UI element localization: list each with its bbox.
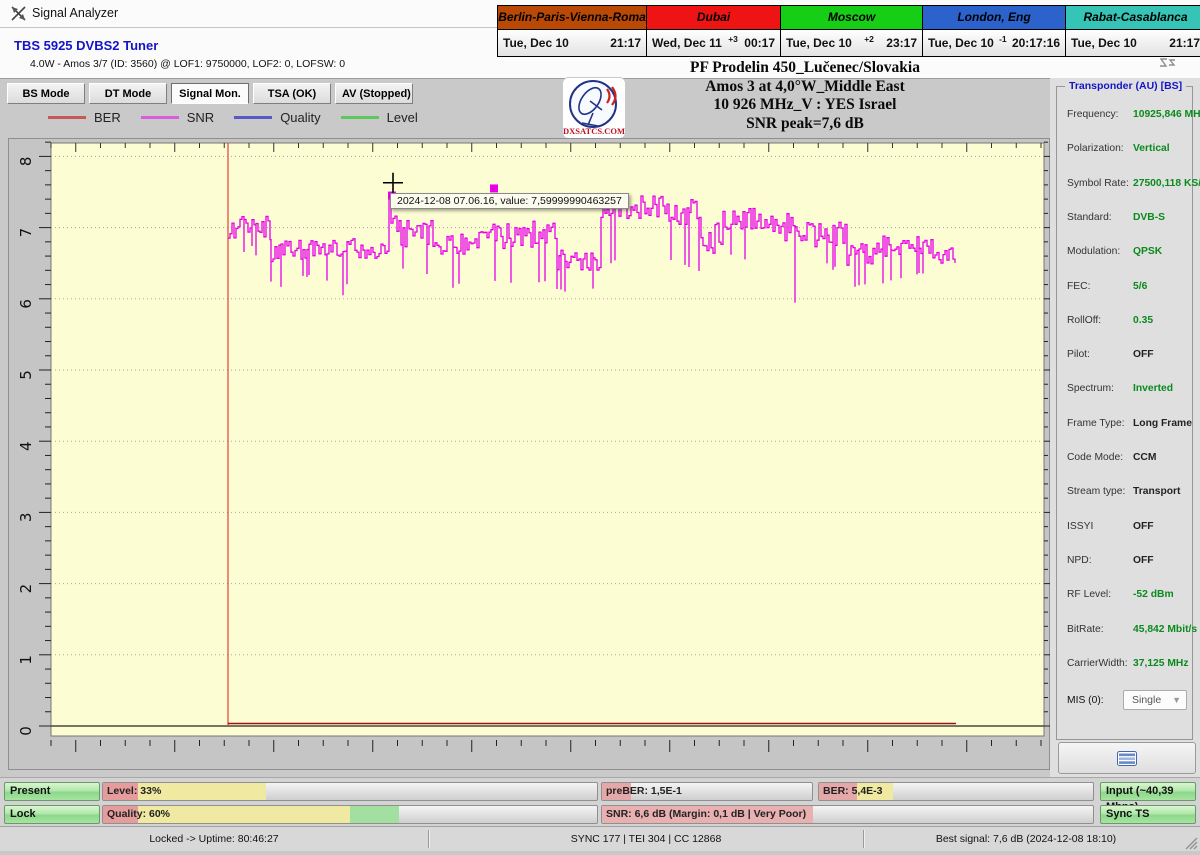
clock-dubai-time: Wed, Dec 11+300:17 bbox=[647, 30, 780, 56]
transponder-row-10: Code Mode:CCM bbox=[1067, 452, 1189, 468]
clock-berlin-name: Berlin-Paris-Vienna-Roma bbox=[498, 6, 646, 30]
legend-item-level: Level bbox=[341, 110, 418, 125]
site-header: PF Prodelin 450_Lučenec/Slovakia Amos 3 … bbox=[555, 59, 1055, 133]
transponder-row-8: Spectrum:Inverted bbox=[1067, 383, 1189, 399]
transponder-row-4: Modulation:QPSK bbox=[1067, 246, 1189, 262]
transponder-groupbox: Transponder (AU) [BS] Frequency:10925,84… bbox=[1056, 86, 1193, 740]
transponder-row-12: ISSYIOFF bbox=[1067, 521, 1189, 537]
clock-rabat-time: Tue, Dec 1021:17 bbox=[1066, 30, 1200, 56]
legend-item-snr: SNR bbox=[141, 110, 214, 125]
svg-text:3: 3 bbox=[17, 513, 35, 523]
mode-button-dt-mode[interactable]: DT Mode bbox=[89, 83, 167, 104]
ts-record-button[interactable] bbox=[1058, 742, 1196, 774]
legend-line-ber bbox=[48, 116, 86, 119]
chevron-down-icon: ▼ bbox=[1172, 691, 1181, 709]
mis-label: MIS (0): bbox=[1067, 695, 1104, 706]
window-title: Signal Analyzer bbox=[32, 0, 118, 27]
transponder-row-15: BitRate:45,842 Mbit/s bbox=[1067, 624, 1189, 640]
statusbar-uptime: Locked -> Uptime: 80:46:27 bbox=[0, 827, 428, 851]
svg-text:8: 8 bbox=[17, 157, 35, 167]
legend-item-quality: Quality bbox=[234, 110, 320, 125]
clock-moscow: MoscowTue, Dec 10+223:17 bbox=[781, 6, 923, 56]
snr-peak-marker-1 bbox=[490, 184, 498, 192]
clock-table: Berlin-Paris-Vienna-RomaTue, Dec 1021:17… bbox=[497, 5, 1200, 57]
transponder-title: Transponder (AU) [BS] bbox=[1065, 80, 1186, 92]
clock-rabat-name: Rabat-Casablanca bbox=[1066, 6, 1200, 30]
mis-row: MIS (0): Single ▼ bbox=[1067, 695, 1189, 706]
transponder-row-1: Polarization:Vertical bbox=[1067, 143, 1189, 159]
mis-select[interactable]: Single ▼ bbox=[1123, 690, 1187, 710]
statusbar-best-signal: Best signal: 7,6 dB (2024-12-08 18:10) bbox=[864, 827, 1188, 851]
syncts-badge: Sync TS bbox=[1100, 805, 1196, 824]
svg-text:4: 4 bbox=[17, 441, 35, 451]
clock-london: London, EngTue, Dec 10-120:17:16 bbox=[923, 6, 1066, 56]
transponder-row-11: Stream type:Transport bbox=[1067, 486, 1189, 502]
preber-meter: preBER: 1,5E-1 bbox=[601, 782, 813, 801]
transponder-row-9: Frame Type:Long Frame bbox=[1067, 418, 1189, 434]
svg-text:5: 5 bbox=[17, 370, 35, 380]
mode-button-tsa-ok[interactable]: TSA (OK) bbox=[253, 83, 331, 104]
svg-text:0: 0 bbox=[17, 726, 35, 736]
dxsatcs-logo: DXSATCS.COM bbox=[562, 77, 626, 144]
transponder-row-7: Pilot:OFF bbox=[1067, 349, 1189, 365]
legend-line-snr bbox=[141, 116, 179, 119]
clock-moscow-name: Moscow bbox=[781, 6, 922, 30]
snr-meter: SNR: 6,6 dB (Margin: 0,1 dB | Very Poor) bbox=[601, 805, 1094, 824]
app-dish-icon bbox=[10, 5, 27, 27]
clock-berlin: Berlin-Paris-Vienna-RomaTue, Dec 1021:17 bbox=[498, 6, 647, 56]
mis-value: Single bbox=[1132, 694, 1161, 706]
statusbar: Locked -> Uptime: 80:46:27 SYNC 177 | TE… bbox=[0, 826, 1200, 851]
transponder-row-2: Symbol Rate:27500,118 KS/s bbox=[1067, 178, 1189, 194]
transponder-panel: Transponder (AU) [BS] Frequency:10925,84… bbox=[1050, 78, 1200, 777]
chart-tooltip: 2024-12-08 07.06.16, value: 7,5999999046… bbox=[390, 193, 629, 209]
tray-signal-icon bbox=[1158, 55, 1180, 71]
site-header-line-4: SNR peak=7,6 dB bbox=[555, 115, 1055, 134]
svg-text:6: 6 bbox=[17, 299, 35, 309]
svg-text:2: 2 bbox=[17, 584, 35, 594]
resize-grip[interactable] bbox=[1185, 837, 1198, 855]
quality-meter: Quality: 60% bbox=[102, 805, 598, 824]
mode-button-signal-mon[interactable]: Signal Mon. bbox=[171, 83, 249, 104]
mode-button-av-stopped[interactable]: AV (Stopped) bbox=[335, 83, 413, 104]
mode-button-bs-mode[interactable]: BS Mode bbox=[7, 83, 85, 104]
logo-text: DXSATCS.COM bbox=[563, 126, 625, 136]
transponder-row-14: RF Level:-52 dBm bbox=[1067, 589, 1189, 605]
site-header-line-3: 10 926 MHz_V : YES Israel bbox=[555, 96, 1055, 115]
transponder-row-5: FEC:5/6 bbox=[1067, 281, 1189, 297]
clock-berlin-time: Tue, Dec 1021:17 bbox=[498, 30, 646, 56]
legend-line-quality bbox=[234, 116, 272, 119]
transponder-row-0: Frequency:10925,846 MHz bbox=[1067, 109, 1189, 125]
clock-london-name: London, Eng bbox=[923, 6, 1065, 30]
site-header-line-1: PF Prodelin 450_Lučenec/Slovakia bbox=[555, 59, 1055, 78]
meters-strip: Present Level: 33% preBER: 1,5E-1 BER: 5… bbox=[0, 777, 1200, 827]
level-meter: Level: 33% bbox=[102, 782, 598, 801]
present-badge: Present bbox=[4, 782, 100, 801]
signal-chart[interactable]: 0 1 2 3 4 5 6 7 8 bbox=[9, 139, 1051, 771]
transponder-row-3: Standard:DVB-S bbox=[1067, 212, 1189, 228]
ber-meter: BER: 5,4E-3 bbox=[818, 782, 1094, 801]
mode-button-row: BS ModeDT ModeSignal Mon.TSA (OK)AV (Sto… bbox=[7, 83, 413, 104]
clock-london-time: Tue, Dec 10-120:17:16 bbox=[923, 30, 1065, 56]
transponder-row-16: CarrierWidth:37,125 MHz bbox=[1067, 658, 1189, 674]
signal-analyzer-window: { "window": { "title": "Signal Analyzer"… bbox=[0, 0, 1200, 850]
clock-rabat: Rabat-CasablancaTue, Dec 1021:17 bbox=[1066, 6, 1200, 56]
tuner-name: TBS 5925 DVBS2 Tuner bbox=[14, 38, 158, 53]
legend-line-level bbox=[341, 116, 379, 119]
transponder-row-6: RollOff:0.35 bbox=[1067, 315, 1189, 331]
svg-text:7: 7 bbox=[17, 228, 35, 238]
input-badge: Input (~40,39 Mbps) bbox=[1100, 782, 1196, 801]
site-header-line-2: Amos 3 at 4,0°W_Middle East bbox=[555, 78, 1055, 97]
lock-badge: Lock bbox=[4, 805, 100, 824]
clock-dubai: DubaiWed, Dec 11+300:17 bbox=[647, 6, 781, 56]
clock-dubai-name: Dubai bbox=[647, 6, 780, 30]
transponder-row-13: NPD:OFF bbox=[1067, 555, 1189, 571]
signal-chart-panel[interactable]: 0 1 2 3 4 5 6 7 8 2024-12-08 07.06.16, value: 7,… bbox=[8, 138, 1050, 770]
legend-item-ber: BER bbox=[48, 110, 121, 125]
ts-stripes-icon bbox=[1117, 751, 1137, 766]
statusbar-sync: SYNC 177 | TEI 304 | CC 12868 bbox=[429, 827, 863, 851]
tuner-details: 4.0W - Amos 3/7 (ID: 3560) @ LOF1: 97500… bbox=[30, 58, 345, 70]
clock-moscow-time: Tue, Dec 10+223:17 bbox=[781, 30, 922, 56]
chart-legend: BER SNR Quality Level bbox=[48, 110, 418, 125]
svg-text:1: 1 bbox=[17, 655, 35, 665]
